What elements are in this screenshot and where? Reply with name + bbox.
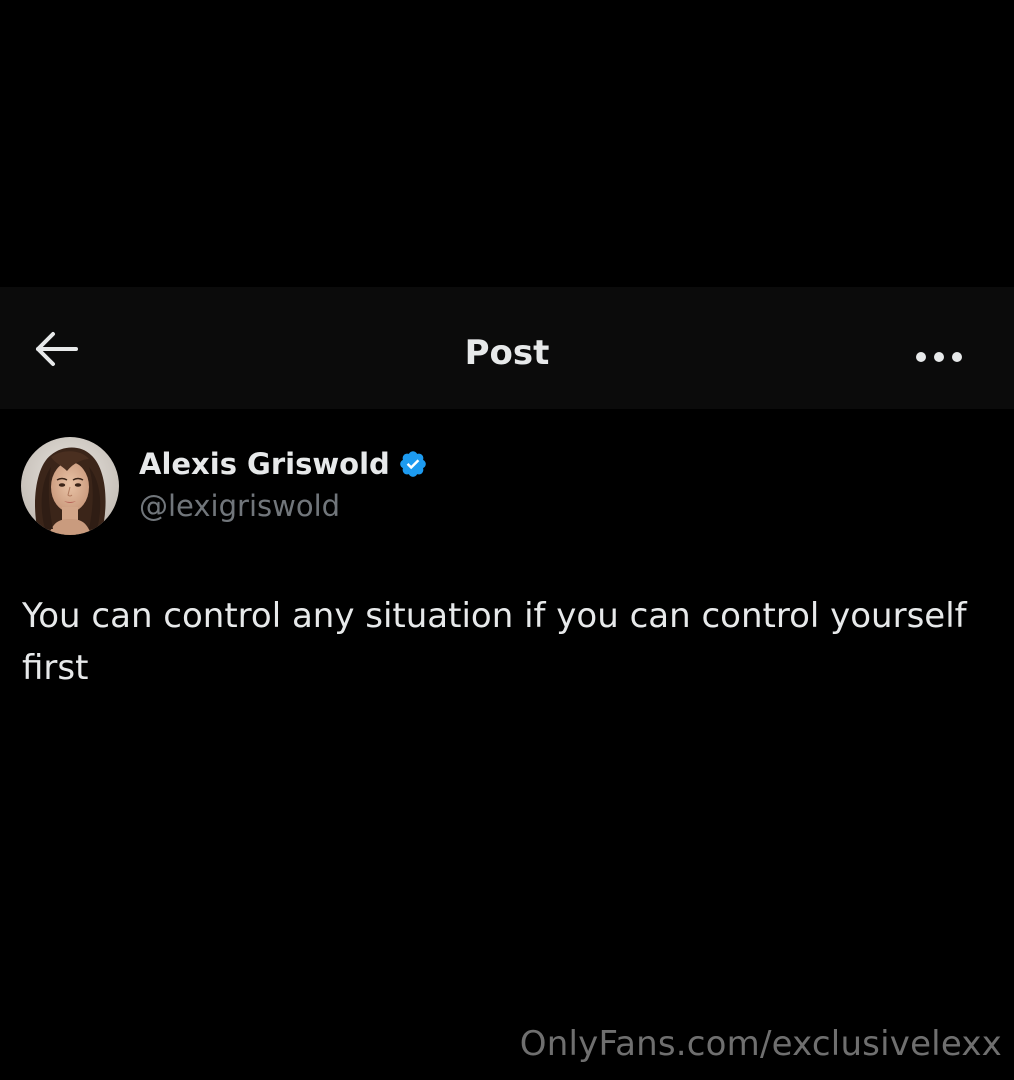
page-title: Post	[464, 333, 550, 373]
more-horizontal-icon	[916, 352, 962, 362]
author-handle[interactable]: @lexigriswold	[139, 489, 340, 523]
avatar-image	[21, 437, 119, 535]
more-options-button[interactable]	[912, 337, 968, 377]
post-author: Alexis Griswold @lexigriswold	[0, 409, 1014, 549]
watermark: OnlyFans.com/exclusivelexx	[519, 1024, 1002, 1064]
author-display-name[interactable]: Alexis Griswold	[139, 447, 390, 481]
avatar[interactable]	[21, 437, 119, 535]
post-text: You can control any situation if you can…	[22, 596, 967, 688]
author-name-row: Alexis Griswold	[139, 447, 428, 481]
post-header: Post	[0, 287, 1014, 409]
status-bar-area	[0, 0, 1014, 287]
verified-badge-icon	[398, 449, 428, 479]
